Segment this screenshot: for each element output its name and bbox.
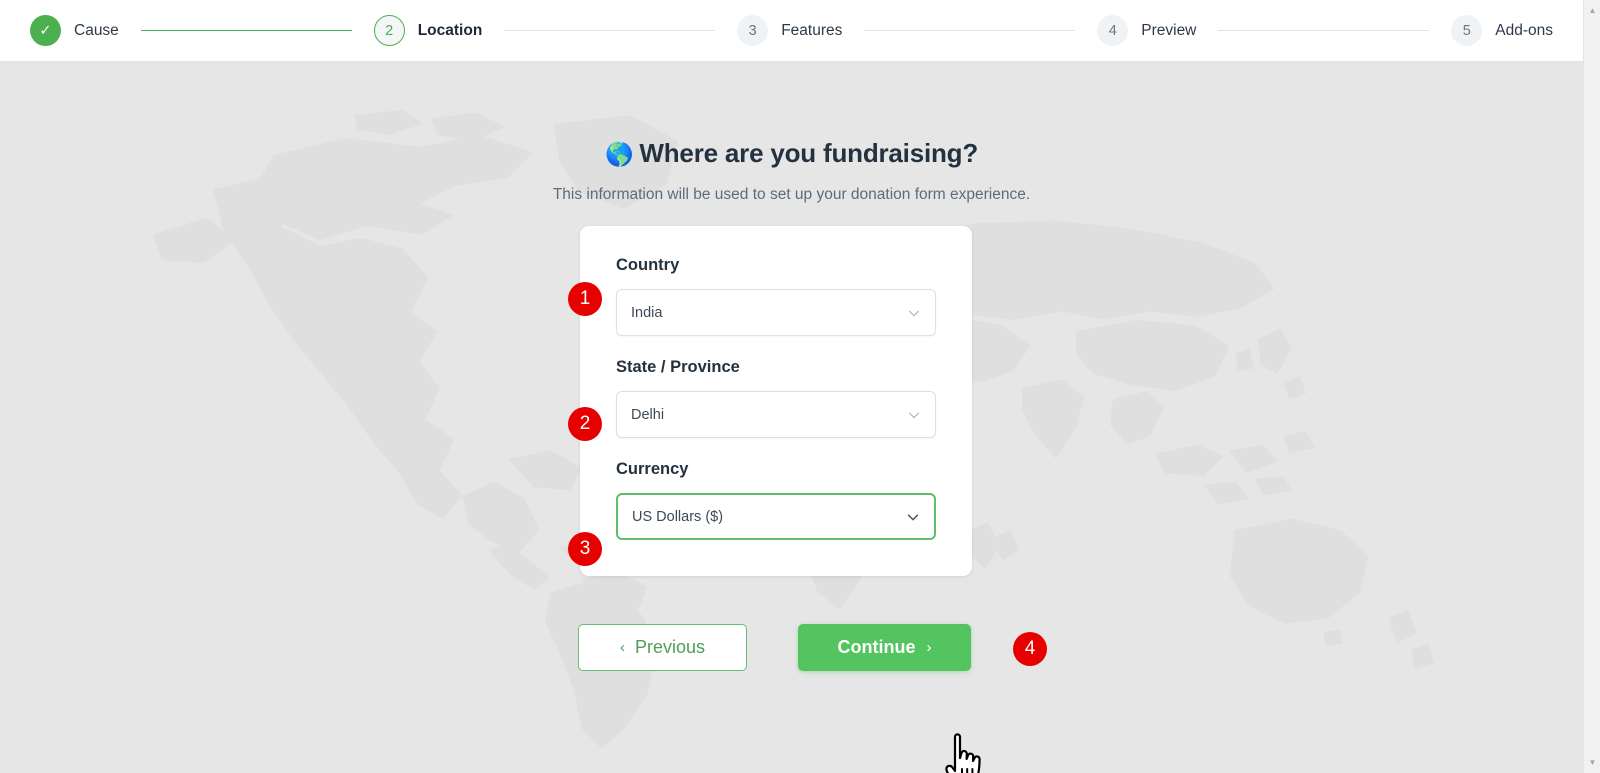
page-title-text: Where are you fundraising? [639,138,979,168]
step-addons[interactable]: 5 Add-ons [1451,15,1553,46]
step-marker-addons: 5 [1451,15,1483,46]
page-subtitle: This information will be used to set up … [552,186,1031,203]
step-marker-cause-complete-icon: ✓ [30,15,61,46]
chevron-down-icon [907,306,921,320]
main-content: 🌎 Where are you fundraising? This informa… [0,62,1583,773]
chevron-down-icon [907,408,921,422]
currency-field: Currency US Dollars ($) [616,460,936,540]
step-connector-3 [864,29,1076,32]
state-field: State / Province Delhi [616,358,936,438]
mouse-cursor-pointer-icon [941,731,993,773]
vertical-scrollbar[interactable]: ▲ ▼ [1583,0,1600,773]
country-field: Country India [616,256,936,336]
previous-button-label: Previous [634,637,706,657]
scroll-down-arrow-icon[interactable]: ▼ [1584,754,1600,771]
chevron-down-icon [906,510,920,524]
step-label-preview: Preview [1141,21,1197,39]
step-marker-location: 2 [373,15,405,46]
chevron-left-icon: ‹ [619,639,625,656]
location-form-card: Country India State / Province Delhi Cur… [580,226,972,576]
continue-button[interactable]: Continue › [798,624,971,671]
page-title: 🌎 Where are you fundraising? [0,138,1583,169]
state-label: State / Province [616,358,740,376]
step-marker-preview: 4 [1097,15,1129,46]
currency-label: Currency [616,460,689,478]
step-label-features: Features [781,21,843,39]
annotation-badge-1: 1 [568,282,602,316]
country-label: Country [616,256,680,274]
page-heading-block: 🌎 Where are you fundraising? This informa… [0,138,1583,204]
currency-select[interactable]: US Dollars ($) [616,493,936,540]
state-select[interactable]: Delhi [616,391,936,438]
chevron-right-icon: › [926,639,932,656]
page-viewport: ✓ Cause 2 Location 3 Features 4 Preview … [0,0,1583,773]
country-select-value: India [631,304,663,321]
annotation-badge-3: 3 [568,532,602,566]
step-label-addons: Add-ons [1495,21,1554,39]
step-label-location: Location [417,21,483,39]
state-select-value: Delhi [631,406,665,423]
scroll-up-arrow-icon[interactable]: ▲ [1584,2,1600,19]
step-location[interactable]: 2 Location [373,15,483,46]
wizard-navigation: ‹ Previous Continue › [578,624,971,671]
previous-button[interactable]: ‹ Previous [578,624,747,671]
country-select[interactable]: India [616,289,936,336]
step-label-cause: Cause [74,21,119,39]
continue-button-label: Continue [837,637,916,657]
step-connector-4 [1218,29,1430,32]
step-marker-features: 3 [737,15,769,46]
globe-icon: 🌎 [604,141,634,167]
step-cause[interactable]: ✓ Cause [30,15,119,46]
step-connector-2 [504,29,716,32]
step-preview[interactable]: 4 Preview [1097,15,1196,46]
annotation-badge-2: 2 [568,407,602,441]
annotation-badge-4: 4 [1013,632,1047,666]
step-features[interactable]: 3 Features [737,15,842,46]
progress-stepper: ✓ Cause 2 Location 3 Features 4 Preview … [0,0,1583,62]
currency-select-value: US Dollars ($) [632,508,724,525]
step-connector-1 [140,29,352,32]
